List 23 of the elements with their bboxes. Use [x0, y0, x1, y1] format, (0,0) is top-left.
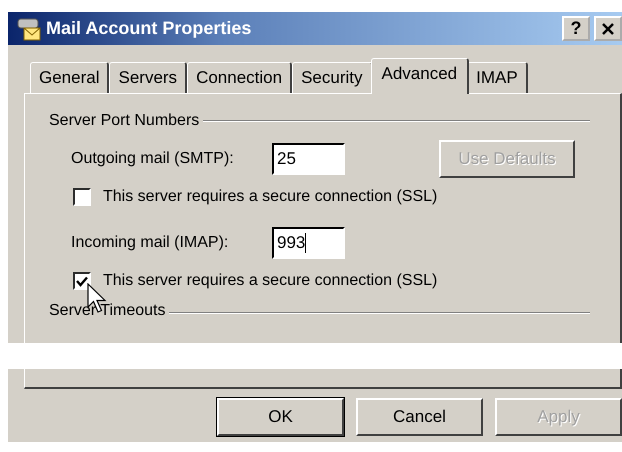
tab[interactable]: Connection [187, 62, 292, 93]
dialog-button[interactable]: Cancel [356, 398, 483, 436]
group-title: Server Port Numbers [49, 112, 200, 130]
port-field[interactable]: 25 [272, 143, 345, 175]
field-label: Outgoing mail (SMTP): [71, 150, 235, 168]
help-button[interactable]: ? [562, 16, 590, 41]
checkbox-label: This server requires a secure connection (SSL) [103, 272, 438, 290]
window-title: Mail Account Properties [46, 18, 252, 39]
tab[interactable]: Security [292, 62, 372, 93]
close-icon [601, 22, 615, 36]
group-title: Server Timeouts [49, 301, 166, 321]
tab[interactable]: Advanced [370, 58, 470, 94]
close-button[interactable] [594, 16, 622, 41]
dialog-button[interactable]: OK [217, 398, 344, 436]
checkbox[interactable] [73, 188, 91, 206]
field-label: Incoming mail (IMAP): [71, 234, 230, 252]
checkbox[interactable] [73, 272, 91, 290]
tab[interactable]: Servers [109, 62, 188, 93]
mail-server-icon [16, 16, 42, 42]
port-field[interactable]: 993 [272, 227, 345, 259]
tab[interactable]: General [30, 62, 110, 93]
checkbox-label: This server requires a secure connection (SSL) [103, 188, 438, 206]
tab[interactable]: IMAP [467, 62, 528, 93]
